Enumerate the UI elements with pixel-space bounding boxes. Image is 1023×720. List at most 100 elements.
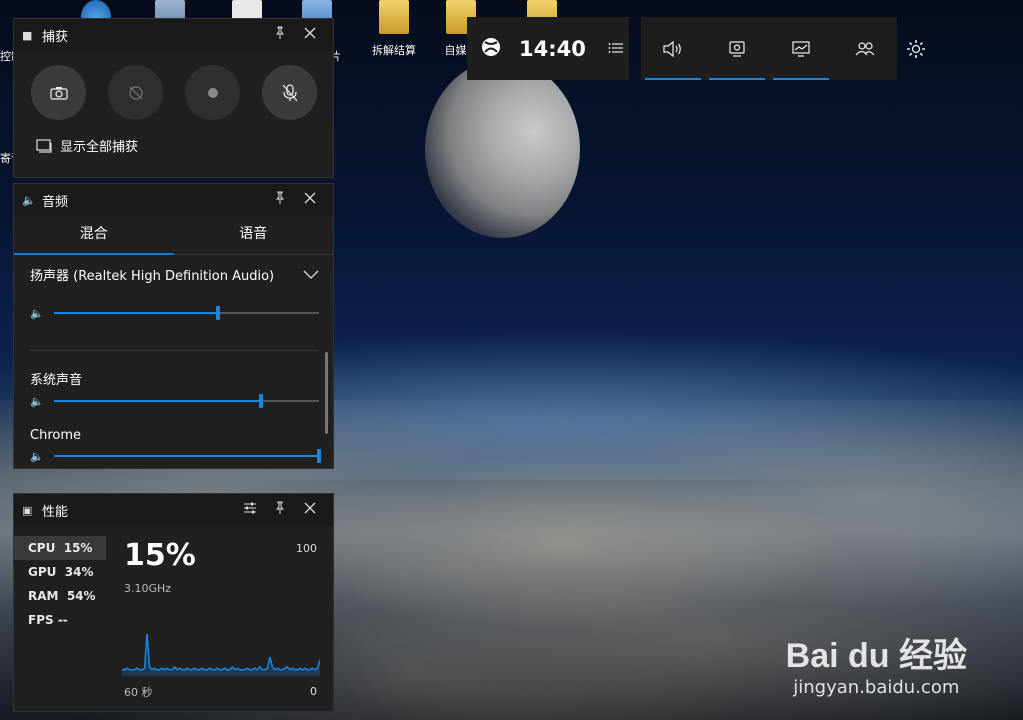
baidu-watermark: Bai du 经验 jingyan.baidu.com — [786, 628, 967, 698]
start-recording-button[interactable] — [185, 65, 240, 120]
metric-label: GPU — [28, 565, 57, 579]
metric-label: RAM — [28, 589, 59, 603]
monitor-icon — [792, 40, 810, 57]
show-all-captures-link[interactable]: 显示全部捕获 — [14, 120, 333, 155]
watermark-logo: Bai du 经验 — [785, 637, 967, 675]
output-device-name: 扬声器 (Realtek High Definition Audio) — [30, 269, 275, 284]
tab-mix[interactable]: 混合 — [14, 216, 174, 255]
pin-icon — [275, 26, 285, 39]
close-button[interactable] — [295, 191, 325, 209]
slider-fill — [54, 455, 319, 457]
slider-track[interactable] — [54, 394, 319, 408]
people-icon — [855, 41, 875, 55]
metric-gpu[interactable]: GPU 34% — [14, 560, 106, 584]
clock: 14:40 — [519, 36, 586, 61]
divider — [30, 350, 319, 351]
capture-widget: ■ 捕获 显示全部捕获 — [13, 18, 334, 178]
capture-titlebar[interactable]: ■ 捕获 — [14, 19, 333, 51]
metric-ram[interactable]: RAM 54% — [14, 584, 106, 608]
wallpaper-moon — [425, 60, 580, 238]
tab-voice[interactable]: 语音 — [174, 216, 334, 254]
metric-label: FPS — [28, 613, 54, 627]
graph-max-label: 100 — [296, 542, 317, 555]
speaker-icon — [663, 40, 681, 57]
speaker-icon: 🔈 — [22, 193, 36, 207]
camera-icon — [49, 86, 68, 100]
sliders-icon — [244, 502, 256, 514]
close-icon — [304, 27, 316, 39]
desktop-icon-label: 拆解结算 — [372, 44, 416, 57]
record-last-icon — [128, 85, 143, 100]
speaker-icon: 🔈 — [30, 449, 44, 463]
graph-line — [122, 633, 320, 671]
performance-widget-button[interactable] — [769, 17, 833, 80]
watermark-url: jingyan.baidu.com — [793, 677, 960, 698]
pin-button[interactable] — [265, 501, 295, 519]
slider-fill — [54, 400, 261, 402]
app-volume-label: 系统声音 — [30, 373, 83, 388]
scrollbar[interactable] — [325, 352, 328, 434]
audio-widget: 🔈 音频 混合 语音 扬声器 (Realtek High Definition … — [13, 183, 334, 469]
performance-body: CPU 15% GPU 34% RAM 54% FPS -- 15% 3.10G… — [14, 526, 333, 712]
pin-button[interactable] — [265, 191, 295, 209]
slider-thumb[interactable] — [317, 449, 321, 463]
close-icon — [304, 192, 316, 204]
pin-button[interactable] — [265, 26, 295, 44]
xbox-button[interactable] — [481, 37, 501, 61]
chrome-volume-slider[interactable]: 🔈 — [14, 445, 333, 467]
slider-thumb[interactable] — [216, 306, 221, 320]
record-icon — [207, 87, 218, 98]
performance-titlebar[interactable]: ▣ 性能 — [14, 494, 333, 526]
metric-fps[interactable]: FPS -- — [14, 608, 106, 632]
audio-titlebar[interactable]: 🔈 音频 — [14, 184, 333, 216]
widget-toolbar — [641, 17, 897, 80]
widget-menu-button[interactable] — [608, 39, 624, 58]
options-button[interactable] — [235, 501, 265, 519]
capture-widget-button[interactable] — [705, 17, 769, 80]
gallery-icon — [36, 138, 52, 153]
audio-tabs: 混合 语音 — [14, 216, 333, 255]
performance-title: 性能 — [42, 504, 69, 520]
social-widget-button[interactable] — [833, 17, 897, 80]
metric-label: CPU — [28, 541, 56, 555]
app-volume-label: Chrome — [30, 428, 81, 443]
master-volume-slider[interactable]: 🔈 — [14, 302, 333, 324]
metric-value: 34% — [64, 565, 94, 579]
capture-icon — [729, 40, 745, 57]
metric-cpu[interactable]: CPU 15% — [14, 536, 106, 560]
cpu-usage-graph — [122, 633, 320, 676]
audio-title: 音频 — [42, 194, 69, 210]
slider-track[interactable] — [54, 306, 319, 320]
capture-title: 捕获 — [42, 29, 69, 45]
slider-fill — [54, 312, 219, 314]
speaker-icon: 🔈 — [30, 394, 44, 408]
slider-track[interactable] — [54, 449, 321, 463]
folder-icon — [379, 0, 409, 34]
slider-thumb[interactable] — [258, 394, 263, 408]
metric-value: -- — [57, 613, 68, 627]
metric-value: 54% — [66, 589, 96, 603]
audio-widget-button[interactable] — [641, 17, 705, 80]
system-sounds-volume-slider[interactable]: 🔈 — [14, 390, 333, 412]
close-button[interactable] — [295, 26, 325, 44]
pin-icon — [275, 191, 285, 204]
graph-min-label: 0 — [310, 685, 317, 698]
graph-time-label: 60 秒 — [124, 686, 153, 699]
mic-toggle-button[interactable] — [262, 65, 317, 120]
screenshot-button[interactable] — [31, 65, 86, 120]
settings-button[interactable] — [905, 38, 927, 64]
monitor-icon: ▣ — [22, 503, 33, 517]
game-bar-home: 14:40 — [467, 17, 629, 80]
desktop-icon[interactable]: 拆解结算 — [366, 0, 422, 62]
record-last-button[interactable] — [108, 65, 163, 120]
performance-widget: ▣ 性能 CPU 15% GPU 34% RAM 54% FPS -- 15% … — [13, 493, 334, 712]
close-button[interactable] — [295, 501, 325, 519]
output-device-selector[interactable]: 扬声器 (Realtek High Definition Audio) — [14, 255, 333, 284]
cpu-frequency: 3.10GHz — [124, 582, 172, 595]
gear-icon — [907, 40, 925, 58]
chevron-down-icon — [303, 270, 319, 279]
metric-list: CPU 15% GPU 34% RAM 54% FPS -- — [14, 536, 106, 632]
pin-icon — [275, 501, 285, 514]
capture-buttons — [14, 51, 333, 120]
metric-value: 15% — [63, 541, 93, 555]
